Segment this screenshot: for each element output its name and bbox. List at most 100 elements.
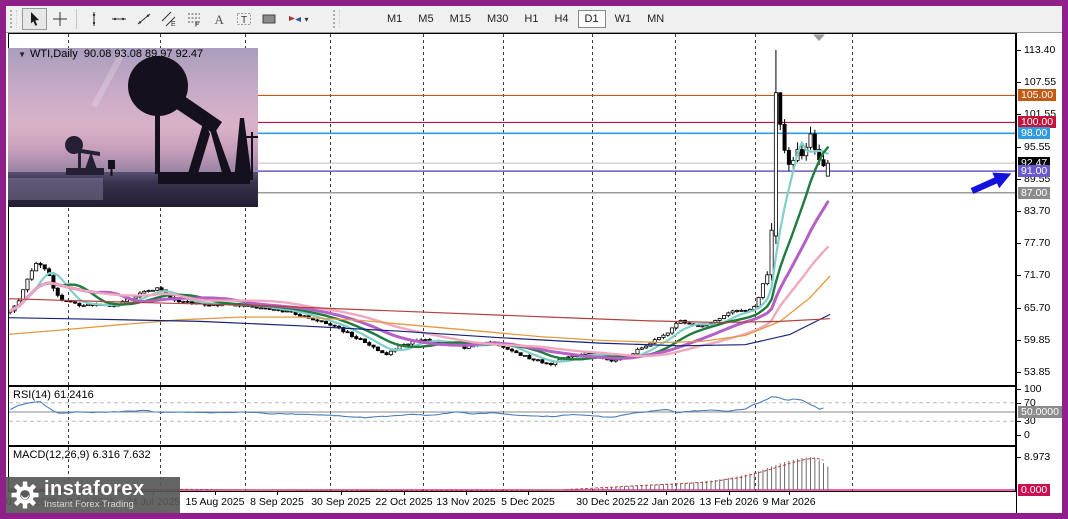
price-badge-91.00: 91.00	[1018, 165, 1050, 177]
macd-zero-badge: 0.000	[1018, 484, 1050, 496]
date-label: 22 Jan 2026	[637, 496, 695, 508]
axis-tick-label: 77.70	[1024, 237, 1050, 249]
date-label: 5 Dec 2025	[501, 496, 555, 508]
toolbar-grip[interactable]	[10, 10, 17, 28]
rsi-line	[10, 397, 823, 418]
axis-tick-mark	[1017, 421, 1021, 422]
timeframe-m30-button[interactable]: M30	[480, 10, 515, 28]
date-label: 15 Aug 2025	[186, 496, 245, 508]
price-badge-98.00: 98.00	[1018, 127, 1050, 139]
cursor-tool-button[interactable]	[22, 8, 47, 30]
axis-tick-mark	[1017, 211, 1021, 212]
date-tick-mark	[606, 492, 607, 495]
timeframe-h1-button[interactable]: H1	[517, 10, 545, 28]
chart-shift-marker-icon[interactable]	[813, 35, 825, 42]
instaforex-watermark: instaforex Instant Forex Trading	[6, 477, 180, 513]
axis-tick-mark	[1017, 457, 1021, 458]
price-badge-87.00: 87.00	[1018, 187, 1050, 199]
timeframe-m1-button[interactable]: M1	[380, 10, 409, 28]
rsi-pane	[8, 386, 1016, 446]
svg-text:A: A	[214, 12, 224, 27]
axis-tick-mark	[1017, 389, 1021, 390]
svg-text:T: T	[241, 15, 247, 26]
axis-tick-label: 59.85	[1024, 334, 1050, 346]
svg-text:E: E	[171, 21, 176, 27]
text-tool-button[interactable]: A	[206, 8, 231, 30]
arrows-tool-button[interactable]: ▾	[281, 8, 315, 30]
macd-label: MACD(12,26,9) 6.316 7.632	[13, 449, 151, 461]
trendline-tool-button[interactable]	[131, 8, 156, 30]
axis-tick-label: 83.70	[1024, 205, 1050, 217]
date-tick-mark	[729, 492, 730, 495]
watermark-subtitle: Instant Forex Trading	[44, 500, 145, 510]
ohlc-values: 90.08 93.08 89.97 92.47	[84, 48, 203, 60]
date-tick-mark	[666, 492, 667, 495]
rsi-value-badge: 50.0000	[1018, 406, 1062, 418]
date-label: 30 Dec 2025	[576, 496, 636, 508]
date-label: 9 Mar 2026	[762, 496, 815, 508]
timeframe-w1-button[interactable]: W1	[608, 10, 639, 28]
axis-tick-mark	[1017, 372, 1021, 373]
rsi-pane-border	[9, 387, 1016, 446]
timeframe-h4-button[interactable]: H4	[547, 10, 575, 28]
fibonacci-tool-button[interactable]: F	[181, 8, 206, 30]
axis-tick-mark	[1017, 308, 1021, 309]
date-tick-mark	[277, 492, 278, 495]
axis-tick-label: 0	[1024, 429, 1030, 441]
axis-tick-label: 65.70	[1024, 302, 1050, 314]
date-label: 30 Sep 2025	[311, 496, 371, 508]
axis-tick-mark	[1017, 435, 1021, 436]
axis-tick-label: 8.973	[1024, 451, 1050, 463]
equidistant-channel-tool-button[interactable]: E	[156, 8, 181, 30]
svg-text:F: F	[195, 22, 200, 28]
axis-tick-mark	[1017, 340, 1021, 341]
arrows-dropdown-icon[interactable]: ▾	[304, 15, 308, 24]
toolbar: E F A T ▾ M1M5M15M30H1H4D1W1MN	[6, 6, 1062, 33]
axis-tick-label: 107.55	[1024, 76, 1056, 88]
date-tick-mark	[215, 492, 216, 495]
axis-tick-mark	[1017, 179, 1021, 180]
rectangle-tool-button[interactable]	[256, 8, 281, 30]
crosshair-tool-button[interactable]	[47, 8, 72, 30]
symbol-dropdown-icon[interactable]: ▼	[18, 50, 26, 59]
date-tick-mark	[404, 492, 405, 495]
axis-tick-mark	[1017, 50, 1021, 51]
timeframe-d1-button[interactable]: D1	[578, 10, 606, 28]
date-tick-mark	[341, 492, 342, 495]
chart-title: ▼ WTI,Daily 90.08 93.08 89.97 92.47	[12, 36, 203, 60]
rsi-label: RSI(14) 61.2416	[13, 389, 94, 401]
date-label: 22 Oct 2025	[375, 496, 432, 508]
axis-tick-mark	[1017, 82, 1021, 83]
axis-tick-mark	[1017, 243, 1021, 244]
toolbar-separator	[76, 9, 77, 29]
axis-tick-mark	[1017, 147, 1021, 148]
date-tick-mark	[789, 492, 790, 495]
ma-orchid-line	[10, 202, 828, 359]
axis-tick-label: 53.85	[1024, 366, 1050, 378]
axis-tick-mark	[1017, 275, 1021, 276]
watermark-title: instaforex	[44, 480, 145, 499]
timeframe-m5-button[interactable]: M5	[411, 10, 440, 28]
date-label: 13 Nov 2025	[436, 496, 496, 508]
date-tick-mark	[528, 492, 529, 495]
axis-tick-mark	[1017, 114, 1021, 115]
vertical-line-tool-button[interactable]	[81, 8, 106, 30]
date-tick-mark	[466, 492, 467, 495]
timeframe-m15-button[interactable]: M15	[443, 10, 478, 28]
price-badge-105.00: 105.00	[1018, 89, 1056, 101]
axis-tick-mark	[1017, 403, 1021, 404]
axis-tick-label: 95.55	[1024, 141, 1050, 153]
oil-pumps-photo	[8, 48, 258, 207]
instaforex-logo-icon	[10, 480, 40, 510]
text-label-tool-button[interactable]: T	[231, 8, 256, 30]
symbol-label[interactable]: WTI,Daily	[30, 48, 78, 60]
timeframe-mn-button[interactable]: MN	[640, 10, 671, 28]
ma-darkred-line	[8, 299, 830, 323]
price-axis[interactable]: 113.40107.55101.5595.5589.5583.7077.7071…	[1016, 33, 1062, 513]
date-label: 8 Sep 2025	[250, 496, 304, 508]
toolbar-grip[interactable]	[333, 10, 340, 28]
axis-tick-label: 113.40	[1024, 44, 1055, 56]
date-label: 13 Feb 2026	[700, 496, 759, 508]
axis-tick-label: 100	[1024, 383, 1042, 395]
horizontal-line-tool-button[interactable]	[106, 8, 131, 30]
